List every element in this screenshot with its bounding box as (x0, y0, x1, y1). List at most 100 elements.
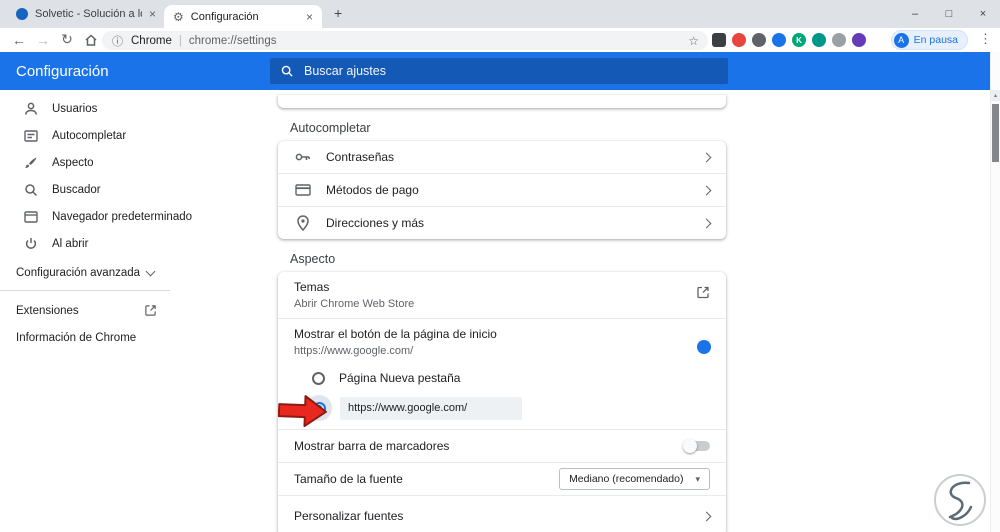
row-subtitle: https://www.google.com/ (294, 345, 414, 357)
gear-favicon-icon: ⚙ (173, 9, 184, 24)
sidebar-item-label: Buscador (52, 183, 101, 196)
sidebar-item-label: Navegador predeterminado (52, 210, 193, 223)
extensions-label: Extensiones (16, 304, 79, 317)
red-arrow-annotation (277, 395, 327, 428)
row-label: Mostrar barra de marcadores (294, 439, 450, 453)
custom-homepage-radio-row[interactable] (278, 391, 726, 429)
purple-extension-icon[interactable] (852, 33, 866, 47)
autofill-row-passwords[interactable]: Contraseñas (278, 141, 726, 173)
scrolled-card-fragment (278, 95, 726, 108)
gray-extension-icon[interactable] (752, 33, 766, 47)
sidebar-item-buscador[interactable]: Buscador (0, 176, 260, 203)
omnibox[interactable]: ⓘ Chrome | chrome://settings ☆ (102, 31, 708, 50)
settings-content: Autocompletar Contraseñas Métodos de pag… (277, 90, 726, 532)
kebab-menu-icon[interactable]: ⋮ (979, 31, 992, 47)
row-title: Temas (294, 280, 330, 294)
advanced-settings-toggle[interactable]: Configuración avanzada (0, 259, 170, 286)
themes-row[interactable]: Temas Abrir Chrome Web Store (278, 272, 726, 318)
new-tab-button[interactable]: + (334, 5, 342, 21)
sidebar-divider (0, 290, 170, 291)
chevron-right-icon (701, 218, 712, 228)
row-subtitle: Abrir Chrome Web Store (294, 298, 415, 310)
settings-search-box[interactable] (270, 58, 728, 84)
bookmarks-bar-row[interactable]: Mostrar barra de marcadores (278, 430, 726, 462)
settings-header: Configuración (0, 52, 1000, 90)
about-chrome-label: Información de Chrome (16, 331, 137, 344)
browser-window: Solvetic - Solución a los problem × ⚙ Co… (0, 0, 1000, 532)
maximize-button[interactable]: □ (932, 0, 966, 28)
font-size-select[interactable]: Mediano (recomendado) ▾ (559, 468, 710, 490)
bookmarks-bar-toggle[interactable] (683, 439, 710, 453)
credit-card-icon (295, 184, 311, 196)
minimize-button[interactable]: – (898, 0, 932, 28)
keyboard-extension-icon[interactable] (712, 33, 726, 47)
chevron-right-icon (701, 511, 712, 521)
browser-tab-settings[interactable]: ⚙ Configuración × (164, 5, 322, 28)
page-title: Configuración (16, 62, 109, 80)
settings-sidebar: Usuarios Autocompletar Aspecto Buscador … (0, 90, 260, 532)
close-window-button[interactable]: × (966, 0, 1000, 28)
home-icon (85, 33, 97, 46)
tab-close-icon[interactable]: × (306, 11, 313, 23)
search-input[interactable] (304, 64, 728, 78)
new-tab-page-radio[interactable] (312, 371, 325, 385)
sidebar-item-aspecto[interactable]: Aspecto (0, 149, 260, 176)
row-title: Mostrar el botón de la página de inicio (294, 327, 497, 341)
row-label: Métodos de pago (326, 183, 419, 197)
browser-window-icon (24, 210, 38, 223)
back-button[interactable]: ← (8, 29, 30, 50)
teal-brush-extension-icon[interactable] (812, 33, 826, 47)
customize-fonts-row[interactable]: Personalizar fuentes (278, 496, 726, 532)
appearance-section-title: Aspecto (290, 252, 336, 266)
autofill-icon (24, 129, 38, 142)
autofill-row-payment-methods[interactable]: Métodos de pago (278, 174, 726, 206)
advanced-settings-label: Configuración avanzada (16, 266, 141, 279)
row-label: Direcciones y más (326, 216, 425, 230)
sidebar-item-label: Aspecto (52, 156, 94, 169)
key-icon (295, 153, 310, 161)
autofill-row-addresses[interactable]: Direcciones y más (278, 207, 726, 239)
page-info-icon[interactable]: ⓘ (112, 33, 123, 49)
sidebar-item-label: Usuarios (52, 102, 98, 115)
vertical-scrollbar[interactable]: ▴ (990, 52, 1000, 532)
red-circle-extension-icon[interactable] (732, 33, 746, 47)
tab-title: Solvetic - Solución a los problem (35, 7, 142, 20)
sidebar-item-label: Autocompletar (52, 129, 127, 142)
sidebar-item-navegador-predeterminado[interactable]: Navegador predeterminado (0, 203, 260, 230)
bookmark-star-icon[interactable]: ☆ (688, 34, 699, 48)
green-k-extension-icon[interactable]: K (792, 33, 806, 47)
chevron-right-icon (701, 185, 712, 195)
person-extension-icon[interactable] (832, 33, 846, 47)
sidebar-item-extensiones[interactable]: Extensiones (0, 297, 170, 324)
custom-homepage-url-input[interactable] (340, 396, 522, 420)
toolbar-home-button[interactable] (80, 29, 102, 50)
show-home-button-row[interactable]: Mostrar el botón de la página de inicio … (278, 319, 726, 365)
external-link-icon (697, 286, 709, 299)
row-label: Tamaño de la fuente (294, 472, 403, 486)
sidebar-item-usuarios[interactable]: Usuarios (0, 95, 260, 122)
sidebar-item-al-abrir[interactable]: Al abrir (0, 230, 260, 257)
new-tab-page-radio-row[interactable]: Página Nueva pestaña (278, 365, 726, 391)
blue-extension-icon[interactable] (772, 33, 786, 47)
caret-down-icon: ▾ (695, 473, 700, 484)
row-label: Personalizar fuentes (294, 509, 404, 523)
location-pin-icon (297, 215, 309, 232)
tab-close-icon[interactable]: × (149, 8, 156, 20)
tab-strip: Solvetic - Solución a los problem × ⚙ Co… (0, 0, 1000, 28)
browser-tab-solvetic[interactable]: Solvetic - Solución a los problem × (10, 0, 162, 27)
profile-chip[interactable]: A En pausa (890, 30, 968, 50)
url-text: chrome://settings (188, 34, 277, 47)
chevron-right-icon (701, 152, 712, 162)
solvetic-favicon-icon (16, 7, 28, 20)
search-icon (281, 65, 293, 77)
scroll-up-button[interactable]: ▴ (991, 90, 1000, 101)
radio-label: Página Nueva pestaña (339, 371, 461, 385)
sidebar-item-label: Al abrir (52, 237, 89, 250)
sidebar-item-informacion-de-chrome[interactable]: Información de Chrome (0, 324, 260, 351)
autofill-card: Contraseñas Métodos de pago Direcciones … (278, 141, 726, 239)
forward-button[interactable]: → (32, 29, 54, 50)
reload-button[interactable]: ↻ (56, 29, 78, 50)
sidebar-item-autocompletar[interactable]: Autocompletar (0, 122, 260, 149)
autofill-section-title: Autocompletar (290, 121, 371, 135)
scrollbar-thumb[interactable] (992, 104, 999, 162)
